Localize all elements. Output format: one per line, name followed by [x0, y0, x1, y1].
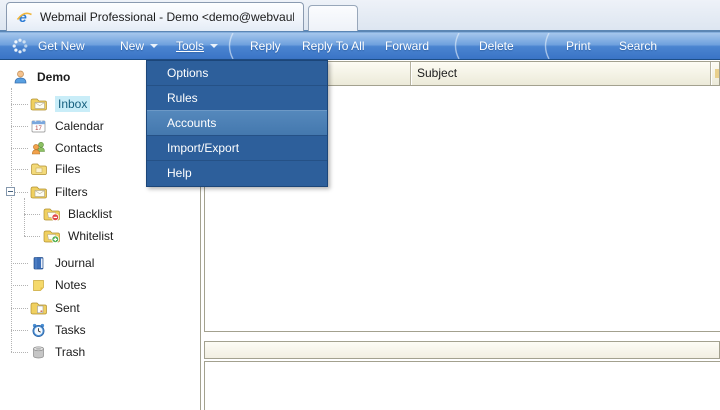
column-divider[interactable] — [410, 62, 412, 85]
blacklist-folder-icon — [43, 206, 60, 222]
chevron-down-icon — [150, 44, 158, 52]
svg-text:17: 17 — [35, 126, 42, 132]
sidebar-item-tasks[interactable]: Tasks — [30, 319, 86, 341]
mail-toolbar: Get New New Tools Reply Reply To All For… — [0, 32, 720, 60]
folder-label: Whitelist — [68, 229, 113, 243]
get-new-spinner-icon — [12, 38, 28, 54]
journal-icon — [30, 255, 47, 271]
tools-dropdown-menu: Options Rules Accounts Import/Export Hel… — [146, 60, 328, 187]
print-button[interactable]: Print — [566, 33, 591, 59]
folder-label: Journal — [55, 256, 94, 270]
internet-explorer-icon: e — [16, 9, 33, 25]
browser-tab-active[interactable]: e Webmail Professional - Demo <demo@webv… — [6, 2, 304, 31]
toolbar-separator — [224, 33, 236, 59]
folder-label: Tasks — [55, 323, 86, 337]
toolbar-separator — [450, 33, 462, 59]
menu-item-help[interactable]: Help — [147, 161, 327, 186]
sidebar-item-calendar[interactable]: 17 Calendar — [30, 115, 104, 137]
chevron-down-icon — [210, 44, 218, 52]
folder-label: Sent — [55, 301, 80, 315]
sidebar-item-sent[interactable]: Sent — [30, 297, 80, 319]
menu-item-options[interactable]: Options — [147, 61, 327, 86]
menu-item-rules[interactable]: Rules — [147, 86, 327, 111]
get-new-button[interactable]: Get New — [38, 33, 85, 59]
contacts-icon — [30, 140, 47, 156]
preview-pane-body[interactable] — [204, 361, 720, 410]
mail-folder-icon — [30, 184, 47, 200]
menu-item-accounts[interactable]: Accounts — [147, 110, 327, 136]
account-label: Demo — [37, 70, 70, 84]
tree-line — [11, 88, 12, 352]
folder-label: Blacklist — [68, 207, 112, 221]
reply-button[interactable]: Reply — [250, 33, 281, 59]
tools-button[interactable]: Tools — [176, 33, 218, 59]
folder-label: Contacts — [55, 141, 102, 155]
sidebar-item-whitelist[interactable]: Whitelist — [43, 225, 113, 247]
alarm-clock-icon — [30, 322, 47, 338]
folder-label: Notes — [55, 278, 86, 292]
folder-icon — [30, 161, 47, 177]
column-divider[interactable] — [710, 62, 712, 85]
sidebar-item-trash[interactable]: Trash — [30, 341, 85, 363]
sidebar-item-account[interactable]: Demo — [12, 66, 70, 88]
sidebar-item-filters[interactable]: Filters — [30, 181, 88, 203]
search-button[interactable]: Search — [619, 33, 657, 59]
folder-label: Inbox — [55, 96, 90, 112]
sidebar-item-notes[interactable]: Notes — [30, 274, 86, 296]
tab-title: Webmail Professional - Demo <demo@webvau… — [40, 10, 294, 24]
trash-icon — [30, 344, 47, 360]
browser-tab-strip: e Webmail Professional - Demo <demo@webv… — [0, 0, 720, 32]
next-column-icon-sliver — [715, 69, 719, 78]
folder-label: Calendar — [55, 119, 104, 133]
folder-label: Files — [55, 162, 80, 176]
user-icon — [12, 69, 29, 85]
toolbar-separator — [540, 33, 552, 59]
whitelist-folder-icon — [43, 228, 60, 244]
sidebar-item-contacts[interactable]: Contacts — [30, 137, 102, 159]
sidebar-item-blacklist[interactable]: Blacklist — [43, 203, 112, 225]
sidebar-item-inbox[interactable]: Inbox — [30, 93, 90, 115]
new-button[interactable]: New — [120, 33, 158, 59]
mail-folder-icon — [30, 96, 47, 112]
calendar-icon: 17 — [30, 118, 47, 134]
reply-to-all-button[interactable]: Reply To All — [302, 33, 364, 59]
folder-label: Trash — [55, 345, 85, 359]
sent-folder-icon — [30, 300, 47, 316]
collapse-filters-toggle[interactable] — [6, 187, 15, 196]
column-header-subject[interactable]: Subject — [417, 66, 457, 80]
notes-icon — [30, 277, 47, 293]
delete-button[interactable]: Delete — [479, 33, 514, 59]
webmail-window: e Webmail Professional - Demo <demo@webv… — [0, 0, 720, 410]
browser-tab-new[interactable] — [308, 5, 358, 31]
sidebar-item-files[interactable]: Files — [30, 158, 80, 180]
sidebar-item-journal[interactable]: Journal — [30, 252, 94, 274]
folder-label: Filters — [55, 185, 88, 199]
menu-item-import-export[interactable]: Import/Export — [147, 136, 327, 161]
preview-pane-header — [204, 341, 720, 359]
forward-button[interactable]: Forward — [385, 33, 429, 59]
tree-line — [24, 198, 25, 236]
